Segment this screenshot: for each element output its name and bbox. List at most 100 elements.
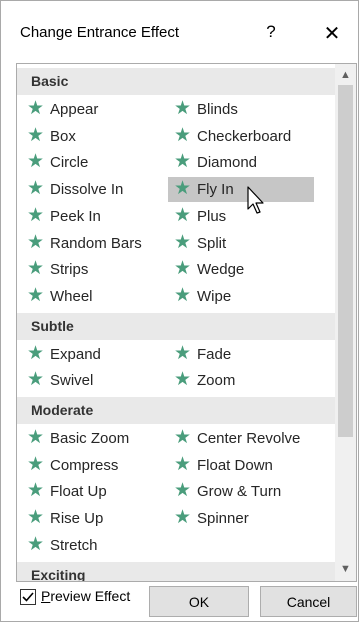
effect-item-grow-turn[interactable]: ★ Grow & Turn [168,479,314,504]
effect-label: Basic Zoom [50,430,130,447]
group-header-basic: Basic [17,68,335,95]
mouse-pointer-icon [247,186,264,214]
scroll-down-arrow-icon[interactable]: ▼ [335,560,356,579]
preview-effect-checkbox[interactable] [20,589,36,605]
group-header-label: Basic [31,73,69,89]
group-header-exciting: Exciting [17,561,335,582]
effect-label: Rise Up [50,510,104,528]
star-icon: ★ [174,453,192,475]
effect-label: Compress [50,456,119,474]
cancel-button[interactable]: Cancel [260,586,357,617]
effect-label: Strips [50,261,89,279]
effect-item-dissolve-in[interactable]: ★ Dissolve In [21,177,167,202]
star-icon: ★ [174,480,192,502]
scrollbar-thumb[interactable] [338,85,353,437]
star-icon: ★ [174,124,192,146]
star-icon: ★ [174,178,192,200]
preview-effect-label[interactable]: Preview Effect [41,588,130,604]
effect-item-float-up[interactable]: ★ Float Up [21,479,167,504]
effect-label: Stretch [50,536,98,554]
star-icon: ★ [27,178,45,200]
effects-list[interactable]: Basic ★ Appear ★ Blinds ★ Box ★ Checkerboard ★ Cir… [16,63,357,582]
star-icon: ★ [27,369,45,391]
effect-item-split[interactable]: ★ Split [168,231,314,256]
star-icon: ★ [174,369,192,391]
effect-label: Box [50,127,76,145]
star-icon: ★ [27,151,45,173]
effect-item-expand[interactable]: ★ Expand [21,342,167,367]
effect-label: Plus [197,207,227,225]
effect-item-box[interactable]: ★ Box [21,124,167,149]
star-icon: ★ [174,231,192,253]
effect-item-center-revolve[interactable]: ★ Center Revolve [168,426,314,451]
effect-label: Float Up [50,483,107,501]
star-icon: ★ [27,427,45,448]
effect-label: Checkerboard [197,127,292,145]
effect-label: Diamond [197,154,258,172]
star-icon: ★ [27,480,45,502]
effect-label: Swivel [50,372,94,390]
effect-label: Split [197,234,227,252]
effect-item-peek-in[interactable]: ★ Peek In [21,204,167,229]
effect-item-spinner[interactable]: ★ Spinner [168,506,314,531]
effect-label: Wedge [197,261,245,279]
effect-label: Spinner [197,510,249,528]
effect-label: Random Bars [50,234,142,252]
star-icon: ★ [27,258,45,280]
effect-item-random-bars[interactable]: ★ Random Bars [21,231,167,256]
star-icon: ★ [27,231,45,253]
star-icon: ★ [27,124,45,146]
effect-item-swivel[interactable]: ★ Swivel [21,368,167,393]
effect-item-wedge[interactable]: ★ Wedge [168,257,314,282]
effect-item-blinds[interactable]: ★ Blinds [168,97,314,122]
effect-label: Expand [50,345,101,363]
effect-item-diamond[interactable]: ★ Diamond [168,150,314,175]
effect-item-strips[interactable]: ★ Strips [21,257,167,282]
effect-item-fly-in[interactable]: ★ Fly In [168,177,314,203]
effect-item-wipe[interactable]: ★ Wipe [168,284,314,309]
close-button[interactable]: ✕ [319,21,345,45]
effect-item-stretch[interactable]: ★ Stretch [21,533,167,558]
group-header-label: Exciting [31,566,86,582]
effect-label: Float Down [197,456,273,474]
effect-label: Center Revolve [197,430,301,447]
star-icon: ★ [174,427,192,448]
ok-button[interactable]: OK [149,586,249,617]
effect-item-compress[interactable]: ★ Compress [21,453,167,478]
star-icon: ★ [27,533,45,555]
effect-item-rise-up[interactable]: ★ Rise Up [21,506,167,531]
group-header-moderate: Moderate [17,397,335,424]
star-icon: ★ [174,258,192,280]
star-icon: ★ [174,342,192,364]
effect-item-appear[interactable]: ★ Appear [21,97,167,122]
effect-label: Wheel [50,287,93,305]
effect-item-checkerboard[interactable]: ★ Checkerboard [168,124,314,149]
star-icon: ★ [27,507,45,529]
star-icon: ★ [27,204,45,226]
scroll-up-arrow-icon[interactable]: ▲ [335,66,356,85]
effect-label: Appear [50,101,99,118]
effect-label: Grow & Turn [197,483,282,501]
vertical-scrollbar[interactable]: ▲ ▼ [335,64,356,581]
star-icon: ★ [174,284,192,306]
effect-item-circle[interactable]: ★ Circle [21,150,167,175]
star-icon: ★ [174,507,192,529]
dialog-title: Change Entrance Effect [20,24,179,41]
group-header-subtle: Subtle [17,312,335,340]
effect-item-fade[interactable]: ★ Fade [168,342,314,367]
effect-label: Blinds [197,101,238,118]
effect-item-wheel[interactable]: ★ Wheel [21,284,167,309]
group-header-label: Moderate [31,402,94,418]
effect-label: Zoom [197,372,236,390]
effect-item-basic-zoom[interactable]: ★ Basic Zoom [21,426,167,451]
star-icon: ★ [27,98,45,119]
effect-item-plus[interactable]: ★ Plus [168,204,314,229]
help-button[interactable]: ? [261,22,281,42]
effect-item-float-down[interactable]: ★ Float Down [168,453,314,478]
effect-item-zoom[interactable]: ★ Zoom [168,368,314,393]
star-icon: ★ [27,342,45,364]
star-icon: ★ [174,98,192,119]
star-icon: ★ [174,204,192,226]
change-entrance-effect-dialog: Change Entrance Effect ? ✕ Basic ★ Appear ★… [0,0,359,622]
group-header-label: Subtle [31,317,74,334]
